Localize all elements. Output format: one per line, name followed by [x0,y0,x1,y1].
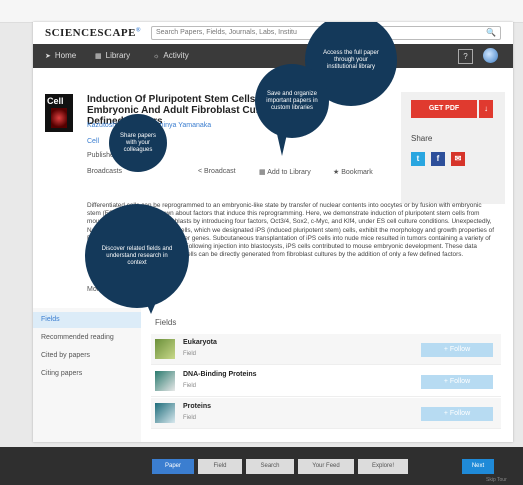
field-name[interactable]: Eukaryota [183,339,217,346]
tooltip-bubble-fields: Discover related fields and understand r… [85,204,189,308]
arrow-icon: ➤ [45,53,51,60]
nav-home[interactable]: ➤ Home [45,51,76,60]
sidebar-item-recommended[interactable]: Recommended reading [33,330,141,346]
cover-figure [51,108,67,128]
tooltip-library-text: Save and organize important papers in cu… [266,90,318,111]
download-arrow-icon[interactable]: ↓ [479,100,493,118]
tour-step-search[interactable]: Search [246,459,294,474]
library-icon: ▦ [259,169,268,176]
paper-actions-box: GET PDF ↓ Share t f ✉ [401,92,505,204]
nav-activity-label: Activity [163,51,189,60]
follow-button[interactable]: + Follow [421,375,493,389]
field-row[interactable]: Eukaryota Field + Follow [151,334,501,365]
tour-footer: Paper Field Search Your Feed Explore! Ne… [0,447,523,485]
search-icon[interactable]: 🔍 [486,28,496,37]
sidebar-item-citing[interactable]: Citing papers [33,366,141,382]
paper-journal[interactable]: Cell [87,138,99,145]
field-type: Field [183,415,197,421]
facebook-icon[interactable]: f [431,152,445,166]
field-type: Field [183,383,197,389]
paper-broadcasts: Broadcasts [87,168,123,175]
logo-mark: ® [135,27,141,34]
field-name[interactable]: DNA-Binding Proteins [183,371,257,378]
search-placeholder: Search Papers, Fields, Journals, Labs, I… [156,29,297,36]
brand-bar: SCIENCESCAPE® Search Papers, Fields, Jou… [33,22,513,45]
fields-heading: Fields [155,318,177,327]
skip-tour-link[interactable]: Skip Tour [486,477,507,483]
tooltip-pdf-text: Access the full paper through your insti… [323,49,379,70]
bookmark-button[interactable]: ★ Bookmark [333,168,373,176]
help-button[interactable]: ? [458,49,473,64]
field-thumbnail [155,371,175,391]
nav-library-label: Library [105,51,131,60]
journal-cover: Cell [45,94,73,132]
nav-library[interactable]: ▦ Library [95,51,130,60]
add-to-library-label: Add to Library [267,169,311,176]
get-pdf-button[interactable]: GET PDF [411,100,477,118]
sidebar-item-fields[interactable]: Fields [33,312,141,328]
broadcast-button[interactable]: < Broadcast [198,168,236,175]
add-to-library-button[interactable]: ▦ Add to Library [259,168,311,176]
tour-step-explore[interactable]: Explore! [358,459,408,474]
field-thumbnail [155,339,175,359]
broadcast-label: Broadcast [204,168,236,175]
field-type: Field [183,351,197,357]
field-thumbnail [155,403,175,423]
sidebar-item-cited-by[interactable]: Cited by papers [33,348,141,364]
journal-cover-text: Cell [47,96,64,106]
library-icon: ▦ [95,53,102,60]
share-label: Share [411,134,433,143]
tooltip-bubble-share: Share papers with your colleagues [109,114,167,172]
browser-top-strip [0,0,523,23]
paper-sidebar: Fields Recommended reading Cited by pape… [33,308,141,442]
tooltip-bubble-library: Save and organize important papers in cu… [255,64,329,138]
app-window: SCIENCESCAPE® Search Papers, Fields, Jou… [33,22,513,442]
nav-activity[interactable]: ☼ Activity [153,51,189,60]
follow-button[interactable]: + Follow [421,407,493,421]
field-row[interactable]: DNA-Binding Proteins Field + Follow [151,366,501,397]
tour-step-field[interactable]: Field [198,459,242,474]
bookmark-icon: ★ [333,169,342,176]
logo-text: SCIENCESCAPE [45,27,136,39]
field-name[interactable]: Proteins [183,403,211,410]
tooltip-share-text: Share papers with your colleagues [119,132,157,153]
tour-step-paper[interactable]: Paper [152,459,194,474]
follow-button[interactable]: + Follow [421,343,493,357]
twitter-icon[interactable]: t [411,152,425,166]
top-nav: ➤ Home ▦ Library ☼ Activity ? [33,44,513,68]
logo[interactable]: SCIENCESCAPE® [45,27,141,39]
field-row[interactable]: Proteins Field + Follow [151,398,501,429]
email-icon[interactable]: ✉ [451,152,465,166]
activity-icon: ☼ [153,53,160,60]
bookmark-label: Bookmark [341,169,373,176]
tooltip-tail [145,300,157,314]
avatar[interactable] [483,48,498,63]
tooltip-fields-text: Discover related fields and understand r… [101,245,173,266]
next-button[interactable]: Next [462,459,494,474]
tour-step-feed[interactable]: Your Feed [298,459,354,474]
nav-home-label: Home [54,51,77,60]
tooltip-tail [277,134,287,156]
